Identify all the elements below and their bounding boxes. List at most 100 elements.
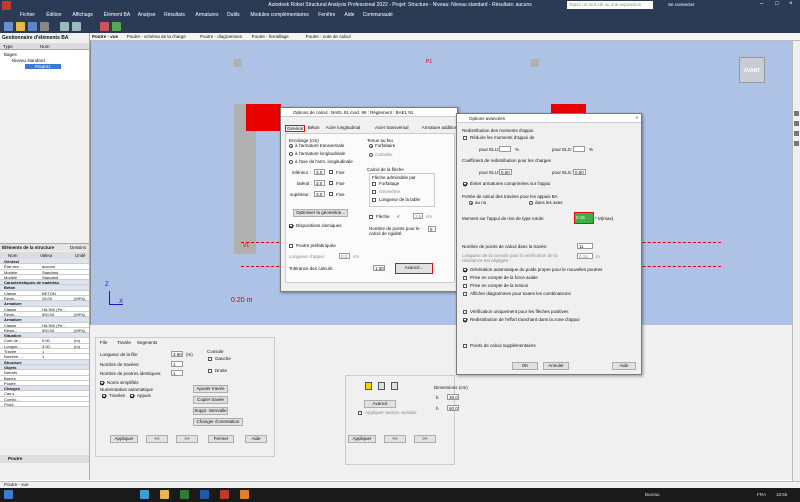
search-input[interactable]: Tapez un mot-clé ou une expression <box>567 1 653 9</box>
advanced-button[interactable]: Avancé... <box>395 263 433 274</box>
doc-tab[interactable]: Poutre - ferraillage <box>252 34 289 39</box>
axial-force-checkbox[interactable] <box>463 276 467 280</box>
console-length-field[interactable]: 0.15 <box>577 253 593 259</box>
menu-item[interactable]: Résultats <box>164 12 185 18</box>
arrow-table-checkbox[interactable] <box>372 198 376 202</box>
tab-span[interactable]: Travée <box>117 340 131 345</box>
section-prev-button[interactable]: << <box>384 435 406 443</box>
section-advanced-button[interactable]: Avancé <box>364 400 396 408</box>
tool-icon[interactable] <box>794 131 799 136</box>
cover-longitudinal-radio[interactable] <box>289 152 293 156</box>
print-icon[interactable] <box>40 22 49 31</box>
h-field[interactable]: 60.0 <box>447 405 459 411</box>
calc-tab[interactable]: Acier longitudinal <box>326 125 360 130</box>
cancel-button[interactable]: Annuler <box>543 362 569 370</box>
doc-tab[interactable]: Poutre - schéma de la charge <box>127 34 186 39</box>
edge-icon[interactable] <box>140 490 149 499</box>
portee-nu-radio[interactable] <box>469 201 473 205</box>
extra-points-checkbox[interactable] <box>463 344 467 348</box>
b-field[interactable]: 35.0 <box>447 394 459 400</box>
menu-item[interactable]: Affichage <box>72 12 93 18</box>
open-icon[interactable] <box>16 22 25 31</box>
calc-tab[interactable]: Béton <box>308 125 320 130</box>
change-orientation-button[interactable]: Changer d'orientation <box>193 418 243 426</box>
prev-button[interactable]: << <box>146 435 168 443</box>
add-span-button[interactable]: Ajouter travée <box>193 385 228 393</box>
moment-field[interactable]: 0.15 <box>574 212 594 224</box>
adv-close-icon[interactable]: × <box>635 115 638 120</box>
cover-inf-fixed-checkbox[interactable] <box>329 170 333 174</box>
seismic-checkbox[interactable] <box>289 224 293 228</box>
fleche-checkbox[interactable] <box>369 215 373 219</box>
section-i-icon[interactable] <box>391 382 398 390</box>
property-row[interactable]: Pond. <box>0 402 89 408</box>
tab-file[interactable]: File <box>100 340 107 345</box>
minimize-icon[interactable]: – <box>760 1 763 7</box>
avoid-compressed-checkbox[interactable] <box>463 182 467 186</box>
arrow-flat-checkbox[interactable] <box>372 182 376 186</box>
support-length-field[interactable]: 0.0 <box>339 253 350 259</box>
save-icon[interactable] <box>28 22 37 31</box>
fleche-field[interactable]: 2.5 <box>413 213 423 219</box>
close-icon[interactable]: × <box>789 1 793 7</box>
shear-redist-checkbox[interactable] <box>463 318 467 322</box>
calculate-icon[interactable] <box>100 22 109 31</box>
console-right-checkbox[interactable] <box>208 369 212 373</box>
close-button[interactable]: Fermer <box>208 435 234 443</box>
nb-points-field[interactable]: 11 <box>577 243 593 249</box>
calc-tab[interactable]: Général <box>285 125 306 132</box>
redo-icon[interactable] <box>72 22 81 31</box>
menu-item[interactable]: Fichier <box>20 12 35 18</box>
redist-checkbox[interactable] <box>463 136 467 140</box>
prefab-checkbox[interactable] <box>289 244 293 248</box>
tolerance-field[interactable]: 1.00 <box>373 265 385 271</box>
spans-checkbox[interactable] <box>102 394 106 398</box>
portee-axes-radio[interactable] <box>529 201 533 205</box>
robot-icon[interactable] <box>220 490 229 499</box>
help-button[interactable]: Aide <box>245 435 267 443</box>
arrow-geom-checkbox[interactable] <box>372 190 376 194</box>
section-t-icon[interactable] <box>378 382 385 390</box>
menu-item[interactable]: Outils <box>227 12 240 18</box>
optimize-geometry-button[interactable]: Optimiser la géométrie... <box>293 209 348 217</box>
torsion-checkbox[interactable] <box>463 284 467 288</box>
menu-item[interactable]: Édition <box>46 12 61 18</box>
menu-item[interactable]: Aide <box>344 12 354 18</box>
tool-icon[interactable] <box>794 121 799 126</box>
redist-els-field[interactable] <box>573 146 585 152</box>
tree-item-beam[interactable]: Poutre1 <box>25 64 61 69</box>
adv-help-button[interactable]: Aide <box>612 362 636 370</box>
fire-flat-radio[interactable] <box>369 144 373 148</box>
file-length-field[interactable]: 3.90 <box>171 351 183 357</box>
copy-span-button[interactable]: Copier travée <box>193 396 228 404</box>
doc-tab[interactable]: Poutre - note de calcul <box>306 34 351 39</box>
menu-item[interactable]: Modules complémentaires <box>250 12 308 18</box>
menu-item[interactable]: Fenêtre <box>318 12 335 18</box>
cover-lat-field[interactable]: 3.0 <box>314 180 325 186</box>
menu-item[interactable]: Armatures <box>195 12 218 18</box>
redist-elu-field[interactable] <box>499 146 511 152</box>
start-icon[interactable] <box>4 490 13 499</box>
cover-sup-field[interactable]: 3.0 <box>314 191 325 197</box>
all-combos-checkbox[interactable] <box>463 292 467 296</box>
identical-field[interactable]: 1 <box>171 370 183 376</box>
menu-item[interactable]: Élément BA <box>104 12 130 18</box>
positive-deflection-checkbox[interactable] <box>463 310 467 314</box>
tool-icon[interactable] <box>794 141 799 146</box>
menu-item[interactable]: Communauté <box>363 12 393 18</box>
cover-sup-fixed-checkbox[interactable] <box>329 192 333 196</box>
cover-inf-field[interactable]: 3.0 <box>314 169 325 175</box>
simplified-names-checkbox[interactable] <box>100 381 104 385</box>
cover-transverse-radio[interactable] <box>289 144 293 148</box>
self-weight-checkbox[interactable] <box>463 268 467 272</box>
cover-lat-fixed-checkbox[interactable] <box>329 181 333 185</box>
sign-in-link[interactable]: Se connecter <box>668 2 695 7</box>
tree-root[interactable]: Bages <box>4 52 17 57</box>
clock-label[interactable]: 15:56 <box>776 492 787 497</box>
pdf-icon[interactable] <box>240 490 249 499</box>
cover-axis-radio[interactable] <box>289 160 293 164</box>
spans-field[interactable]: 1 <box>171 361 183 367</box>
beam-tab[interactable]: Poutre <box>8 456 22 461</box>
weather-label[interactable]: Bureau <box>645 492 660 497</box>
tool-icon[interactable] <box>794 111 799 116</box>
